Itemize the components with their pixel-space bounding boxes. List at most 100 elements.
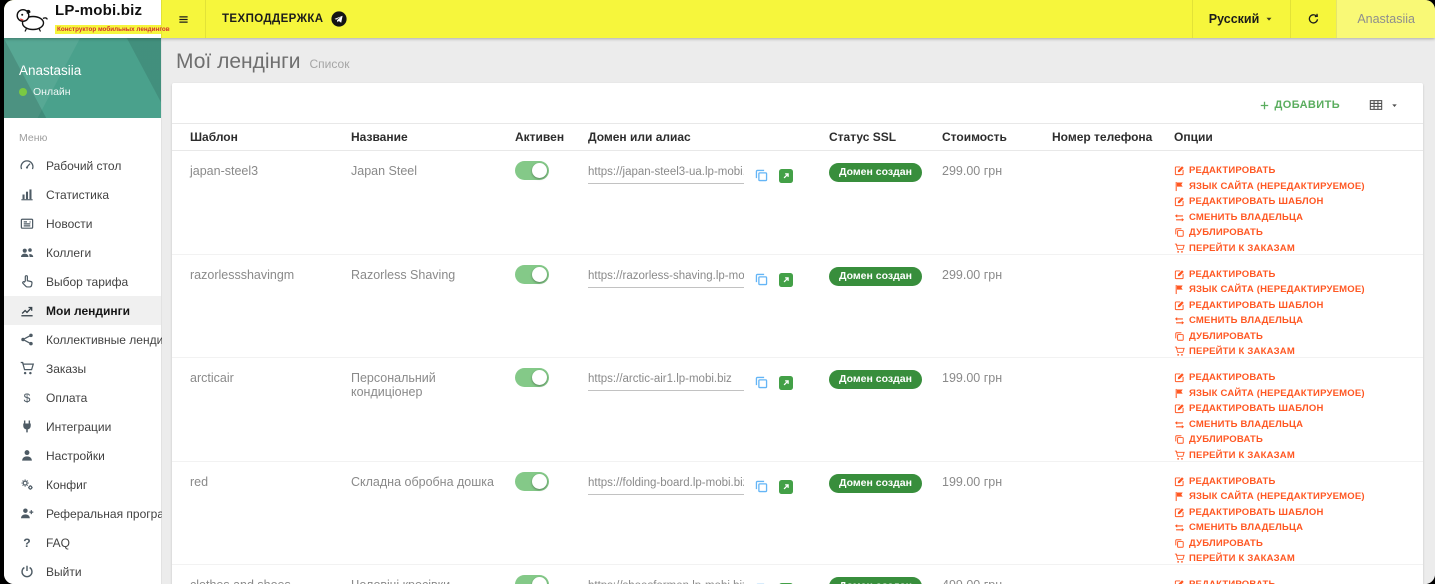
option-change-owner-link[interactable]: СМЕНИТЬ ВЛАДЕЛЬЦА [1174,522,1415,533]
option-duplicate-link[interactable]: ДУБЛИРОВАТЬ [1174,331,1415,342]
option-duplicate-link[interactable]: ДУБЛИРОВАТЬ [1174,227,1415,238]
price-cell: 499.00 грн [942,565,1052,584]
users-icon [19,245,35,260]
edit-icon [1174,579,1185,584]
price-cell: 299.00 грн [942,150,1052,255]
option-go-to-orders-link[interactable]: ПЕРЕЙТИ К ЗАКАЗАМ [1174,243,1415,254]
open-site-icon[interactable] [779,479,793,494]
option-go-to-orders-link[interactable]: ПЕРЕЙТИ К ЗАКАЗАМ [1174,450,1415,461]
sidebar-item-referral[interactable]: Реферальная программа [4,499,187,528]
options-cell: РЕДАКТИРОВАТЬ ЯЗЫК САЙТА (НЕРЕДАКТИРУЕМО… [1174,268,1415,357]
col-header-options: Опции [1174,123,1423,151]
option-edit-link[interactable]: РЕДАКТИРОВАТЬ [1174,165,1415,176]
cart-icon [1174,450,1185,461]
table-columns-button[interactable] [1368,98,1399,112]
logo[interactable]: LP-mobi.biz Конструктор мобильных лендин… [4,0,172,38]
option-site-language-link[interactable]: ЯЗЫК САЙТА (НЕРЕДАКТИРУЕМОЕ) [1174,388,1415,399]
domain-input[interactable] [588,474,744,495]
name-cell: Складна обробна дошка [351,461,515,565]
active-toggle[interactable] [515,264,549,284]
edit-icon [1174,165,1185,176]
active-toggle[interactable] [515,368,549,387]
top-bar: LP-mobi.biz Конструктор мобильных лендин… [4,0,1435,38]
exchange-icon [1174,419,1185,430]
sidebar-toggle-button[interactable] [161,0,205,38]
domain-input[interactable] [588,267,744,288]
option-duplicate-link[interactable]: ДУБЛИРОВАТЬ [1174,538,1415,549]
option-edit-template-link[interactable]: РЕДАКТИРОВАТЬ ШАБЛОН [1174,300,1415,311]
option-change-owner-link[interactable]: СМЕНИТЬ ВЛАДЕЛЬЦА [1174,419,1415,430]
cart-icon [1174,243,1185,254]
option-edit-link[interactable]: РЕДАКТИРОВАТЬ [1174,372,1415,383]
domain-input[interactable] [588,578,744,584]
sidebar-item-orders[interactable]: Заказы [4,354,161,383]
open-site-icon[interactable] [779,169,793,183]
sidebar: Anastasiia Онлайн Меню Рабочий стол Стат… [4,38,187,584]
language-dropdown[interactable]: Русский [1191,0,1291,38]
sidebar-item-config[interactable]: Конфиг [4,470,161,499]
user-menu[interactable]: Anastasiia [1336,0,1435,38]
option-go-to-orders-link[interactable]: ПЕРЕЙТИ К ЗАКАЗАМ [1174,346,1415,357]
option-edit-link[interactable]: РЕДАКТИРОВАТЬ [1174,579,1415,584]
copy-domain-icon[interactable] [754,272,769,287]
dollar-icon: $ [19,390,35,405]
option-edit-template-link[interactable]: РЕДАКТИРОВАТЬ ШАБЛОН [1174,403,1415,414]
ssl-status-badge: Домен создан [829,266,922,286]
copy-domain-icon[interactable] [754,168,769,183]
price-cell: 199.00 грн [942,357,1052,462]
option-edit-link[interactable]: РЕДАКТИРОВАТЬ [1174,476,1415,487]
flag-icon [1174,491,1185,502]
open-site-icon[interactable] [779,376,793,390]
sidebar-item-integrations[interactable]: Интеграции [4,412,161,441]
sidebar-item-statistics[interactable]: Статистика [4,180,161,209]
duplicate-icon [1174,434,1185,445]
card-toolbar: ДОБАВИТЬ [172,83,1423,123]
duplicate-icon [1174,538,1185,549]
menu-section-label: Меню [19,132,48,144]
add-landing-button[interactable]: ДОБАВИТЬ [1259,99,1341,111]
language-label: Русский [1208,12,1260,26]
copy-domain-icon[interactable] [754,375,769,390]
plug-icon [19,419,35,434]
support-button[interactable]: ТЕХПОДДЕРЖКА [205,0,363,38]
active-toggle[interactable] [515,471,549,491]
edit-icon [1174,269,1185,280]
svg-text:$: $ [24,391,31,405]
sidebar-item-desktop[interactable]: Рабочий стол [4,151,161,180]
option-site-language-link[interactable]: ЯЗЫК САЙТА (НЕРЕДАКТИРУЕМОЕ) [1174,181,1415,192]
active-toggle[interactable] [515,161,549,180]
option-duplicate-link[interactable]: ДУБЛИРОВАТЬ [1174,434,1415,445]
option-edit-template-link[interactable]: РЕДАКТИРОВАТЬ ШАБЛОН [1174,507,1415,518]
sidebar-item-faq[interactable]: ? FAQ [4,528,161,557]
username: Anastasiia [1357,12,1415,26]
sidebar-item-colleagues[interactable]: Коллеги [4,238,161,267]
option-go-to-orders-link[interactable]: ПЕРЕЙТИ К ЗАКАЗАМ [1174,553,1415,564]
option-change-owner-link[interactable]: СМЕНИТЬ ВЛАДЕЛЬЦА [1174,212,1415,223]
open-site-icon[interactable] [779,272,793,287]
sidebar-item-tariff[interactable]: Выбор тарифа [4,267,161,296]
option-site-language-link[interactable]: ЯЗЫК САЙТА (НЕРЕДАКТИРУЕМОЕ) [1174,491,1415,502]
refresh-button[interactable] [1290,0,1336,38]
option-edit-link[interactable]: РЕДАКТИРОВАТЬ [1174,269,1415,280]
cart-icon [19,361,35,376]
option-edit-template-link[interactable]: РЕДАКТИРОВАТЬ ШАБЛОН [1174,196,1415,207]
sidebar-item-news[interactable]: Новости [4,209,161,238]
table-row: red Складна обробна дошка Домен создан 1… [172,461,1423,565]
name-cell: Japan Steel [351,150,515,255]
options-cell: РЕДАКТИРОВАТЬ ЯЗЫК САЙТА (НЕРЕДАКТИРУЕМО… [1174,164,1415,254]
col-header-name: Название [351,123,515,151]
copy-domain-icon[interactable] [754,479,769,494]
phone-cell [1052,357,1174,462]
sidebar-item-settings[interactable]: Настройки [4,441,161,470]
price-cell: 199.00 грн [942,461,1052,565]
option-site-language-link[interactable]: ЯЗЫК САЙТА (НЕРЕДАКТИРУЕМОЕ) [1174,284,1415,295]
sidebar-item-payment[interactable]: $ Оплата [4,383,161,412]
option-change-owner-link[interactable]: СМЕНИТЬ ВЛАДЕЛЬЦА [1174,315,1415,326]
domain-input[interactable] [588,164,744,184]
sidebar-item-logout[interactable]: Выйти [4,557,161,584]
sidebar-item-collective-landings[interactable]: Коллективные лендинги [4,325,181,354]
exchange-icon [1174,212,1185,223]
domain-input[interactable] [588,371,744,391]
sidebar-item-my-landings[interactable]: Мои лендинги [4,296,161,325]
active-toggle[interactable] [515,575,549,584]
